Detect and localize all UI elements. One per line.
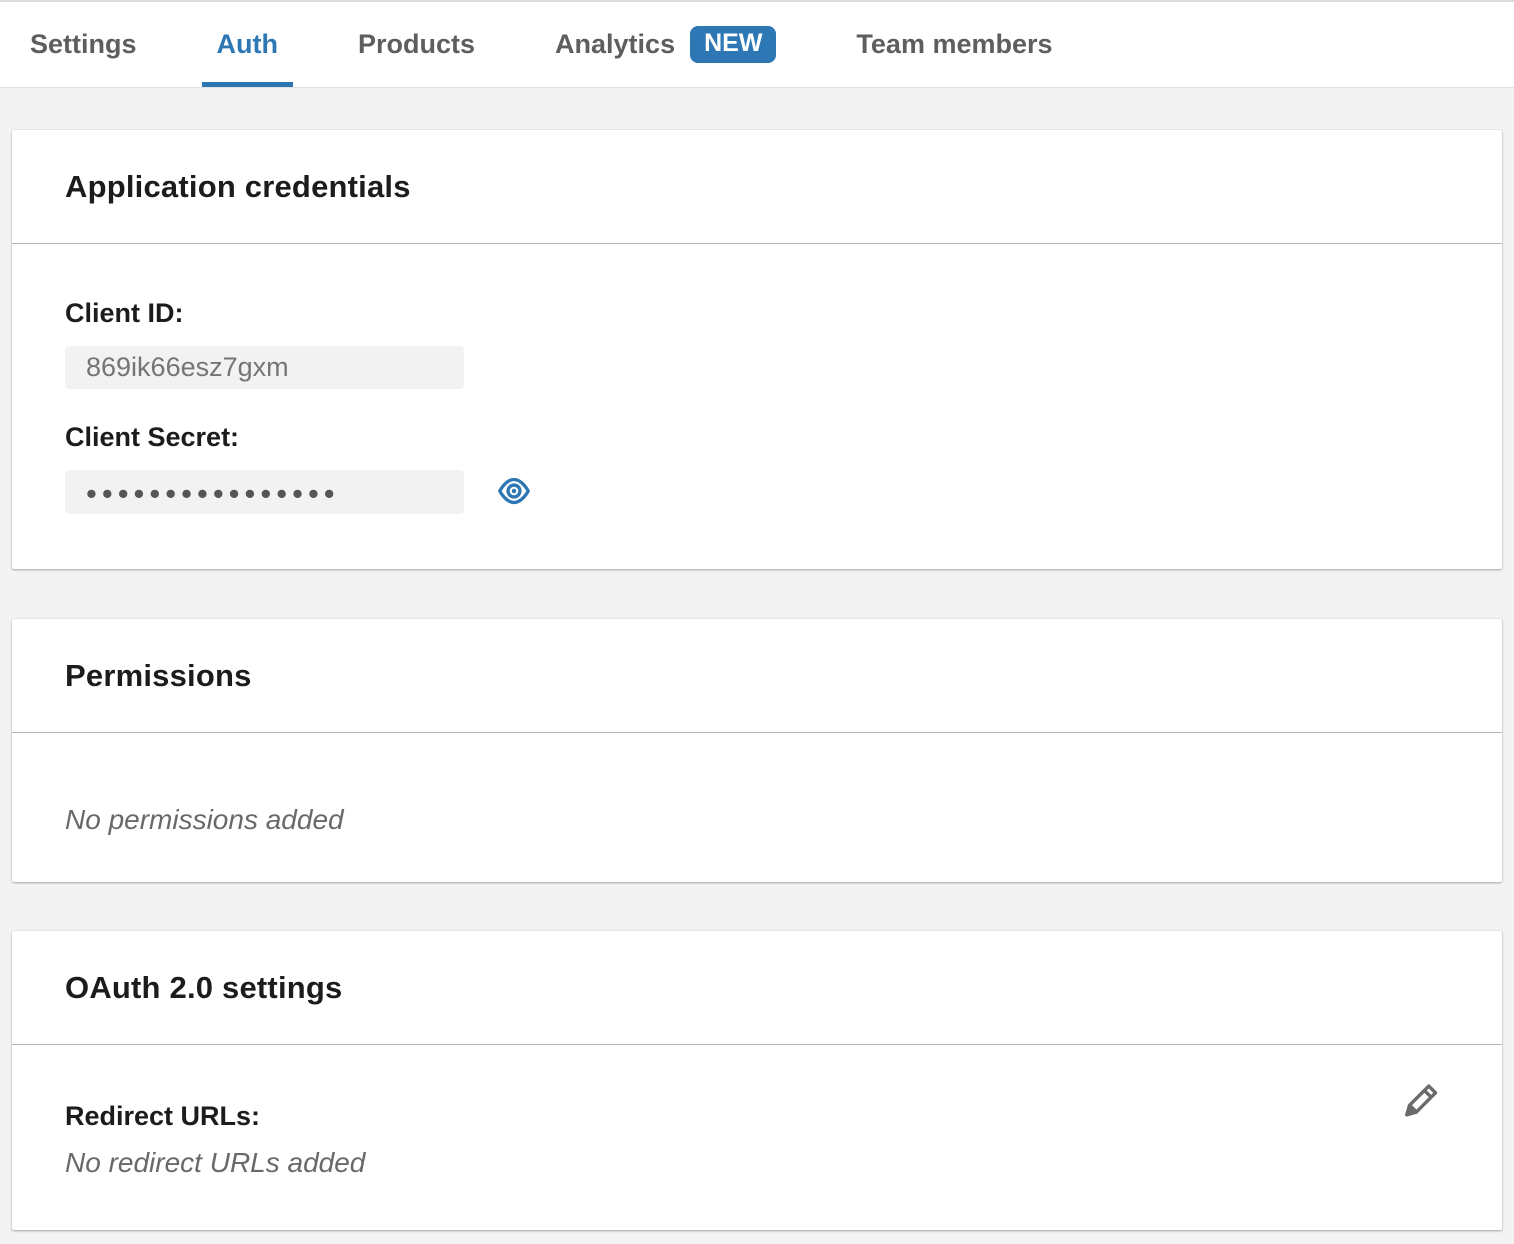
permissions-title: Permissions [65,658,252,694]
application-credentials-title: Application credentials [65,169,411,205]
redirect-urls-empty-text: No redirect URLs added [65,1147,1442,1179]
oauth-settings-title: OAuth 2.0 settings [65,970,342,1006]
tab-analytics[interactable]: Analytics NEW [555,2,776,87]
tab-products[interactable]: Products [358,2,475,87]
pencil-icon [1396,1079,1444,1130]
redirect-urls-label: Redirect URLs: [65,1101,1442,1132]
application-credentials-card: Application credentials Client ID: 869ik… [12,130,1502,569]
client-secret-row: •••••••••••••••• [65,470,1449,514]
tab-settings[interactable]: Settings [30,2,137,87]
permissions-header: Permissions [12,619,1502,733]
oauth-settings-card: OAuth 2.0 settings Redirect URLs: No red… [12,931,1502,1230]
tab-settings-label: Settings [30,29,137,60]
client-secret-label: Client Secret: [65,422,1449,453]
application-credentials-body: Client ID: 869ik66esz7gxm Client Secret:… [12,244,1502,569]
permissions-body: No permissions added [12,733,1502,882]
oauth-settings-header: OAuth 2.0 settings [12,931,1502,1045]
new-badge: NEW [690,26,776,63]
tab-bar: Settings Auth Products Analytics NEW Tea… [0,0,1514,88]
client-secret-value[interactable]: •••••••••••••••• [65,470,464,514]
application-credentials-header: Application credentials [12,130,1502,244]
permissions-empty-text: No permissions added [65,804,1449,836]
tab-products-label: Products [358,29,475,60]
edit-redirect-urls-button[interactable] [1396,1080,1444,1128]
reveal-secret-button[interactable] [497,475,531,509]
eye-icon [497,476,531,509]
client-id-value[interactable]: 869ik66esz7gxm [65,346,464,389]
permissions-card: Permissions No permissions added [12,619,1502,882]
tab-auth[interactable]: Auth [217,2,278,87]
tab-auth-label: Auth [217,29,278,60]
tab-team-members[interactable]: Team members [856,2,1052,87]
oauth-settings-body: Redirect URLs: No redirect URLs added [12,1045,1502,1230]
tab-analytics-label: Analytics [555,29,675,60]
tab-team-members-label: Team members [856,29,1052,60]
client-id-label: Client ID: [65,298,1449,329]
